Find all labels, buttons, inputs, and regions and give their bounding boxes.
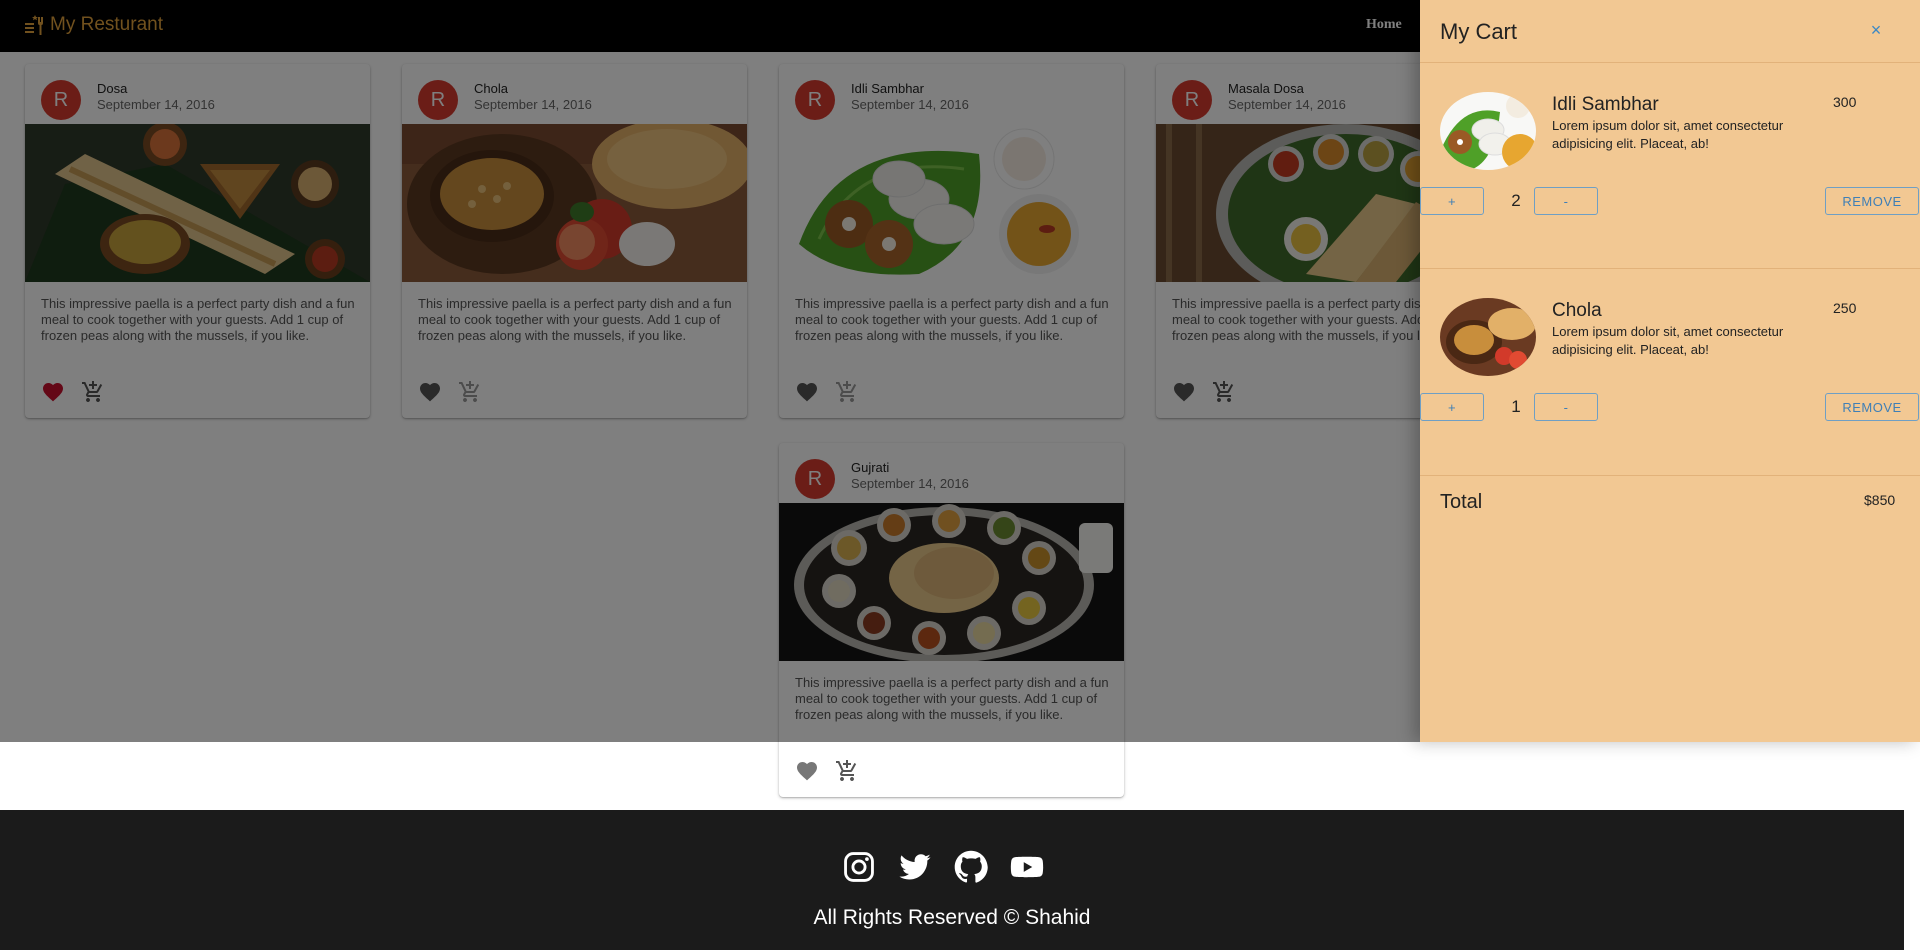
favorite-heart-icon[interactable] bbox=[795, 759, 819, 783]
cart-item-description: Lorem ipsum dolor sit, amet consectetur … bbox=[1552, 324, 1784, 357]
cart-item-image bbox=[1440, 298, 1536, 376]
close-icon[interactable]: × bbox=[1864, 18, 1888, 42]
decrease-quantity-button[interactable]: - bbox=[1534, 393, 1598, 421]
decrease-quantity-button[interactable]: - bbox=[1534, 187, 1598, 215]
divider bbox=[1420, 62, 1920, 63]
youtube-icon[interactable] bbox=[1010, 850, 1044, 884]
cart-item-image bbox=[1440, 92, 1536, 170]
instagram-icon[interactable] bbox=[842, 850, 876, 884]
cart-item-name: Chola bbox=[1552, 300, 1602, 321]
cart-item-price: 300 bbox=[1833, 94, 1857, 110]
cart-item-quantity: 2 bbox=[1511, 191, 1521, 210]
divider bbox=[1420, 268, 1920, 269]
page-footer: All Rights Reserved © Shahid bbox=[0, 810, 1904, 950]
cart-item-description: Lorem ipsum dolor sit, amet consectetur … bbox=[1552, 118, 1784, 151]
copyright-text: All Rights Reserved © Shahid bbox=[813, 906, 1091, 929]
add-to-cart-icon[interactable] bbox=[835, 759, 859, 783]
divider bbox=[1420, 475, 1920, 476]
remove-item-button[interactable]: REMOVE bbox=[1825, 393, 1919, 421]
cart-item-price: 250 bbox=[1833, 300, 1857, 316]
remove-item-button[interactable]: REMOVE bbox=[1825, 187, 1919, 215]
increase-quantity-button[interactable]: + bbox=[1420, 187, 1484, 215]
cart-drawer: My Cart × Idli Sambhar Lorem ipsum dolor… bbox=[1420, 0, 1920, 742]
social-links bbox=[842, 850, 1044, 884]
cart-item-name: Idli Sambhar bbox=[1552, 94, 1659, 115]
cart-total-label: Total bbox=[1440, 491, 1483, 513]
cart-total-value: $850 bbox=[1864, 492, 1896, 508]
github-icon[interactable] bbox=[954, 850, 988, 884]
twitter-icon[interactable] bbox=[898, 850, 932, 884]
cart-title: My Cart bbox=[1440, 19, 1517, 44]
card-actions bbox=[795, 759, 859, 783]
increase-quantity-button[interactable]: + bbox=[1420, 393, 1484, 421]
cart-item-quantity: 1 bbox=[1511, 397, 1521, 416]
